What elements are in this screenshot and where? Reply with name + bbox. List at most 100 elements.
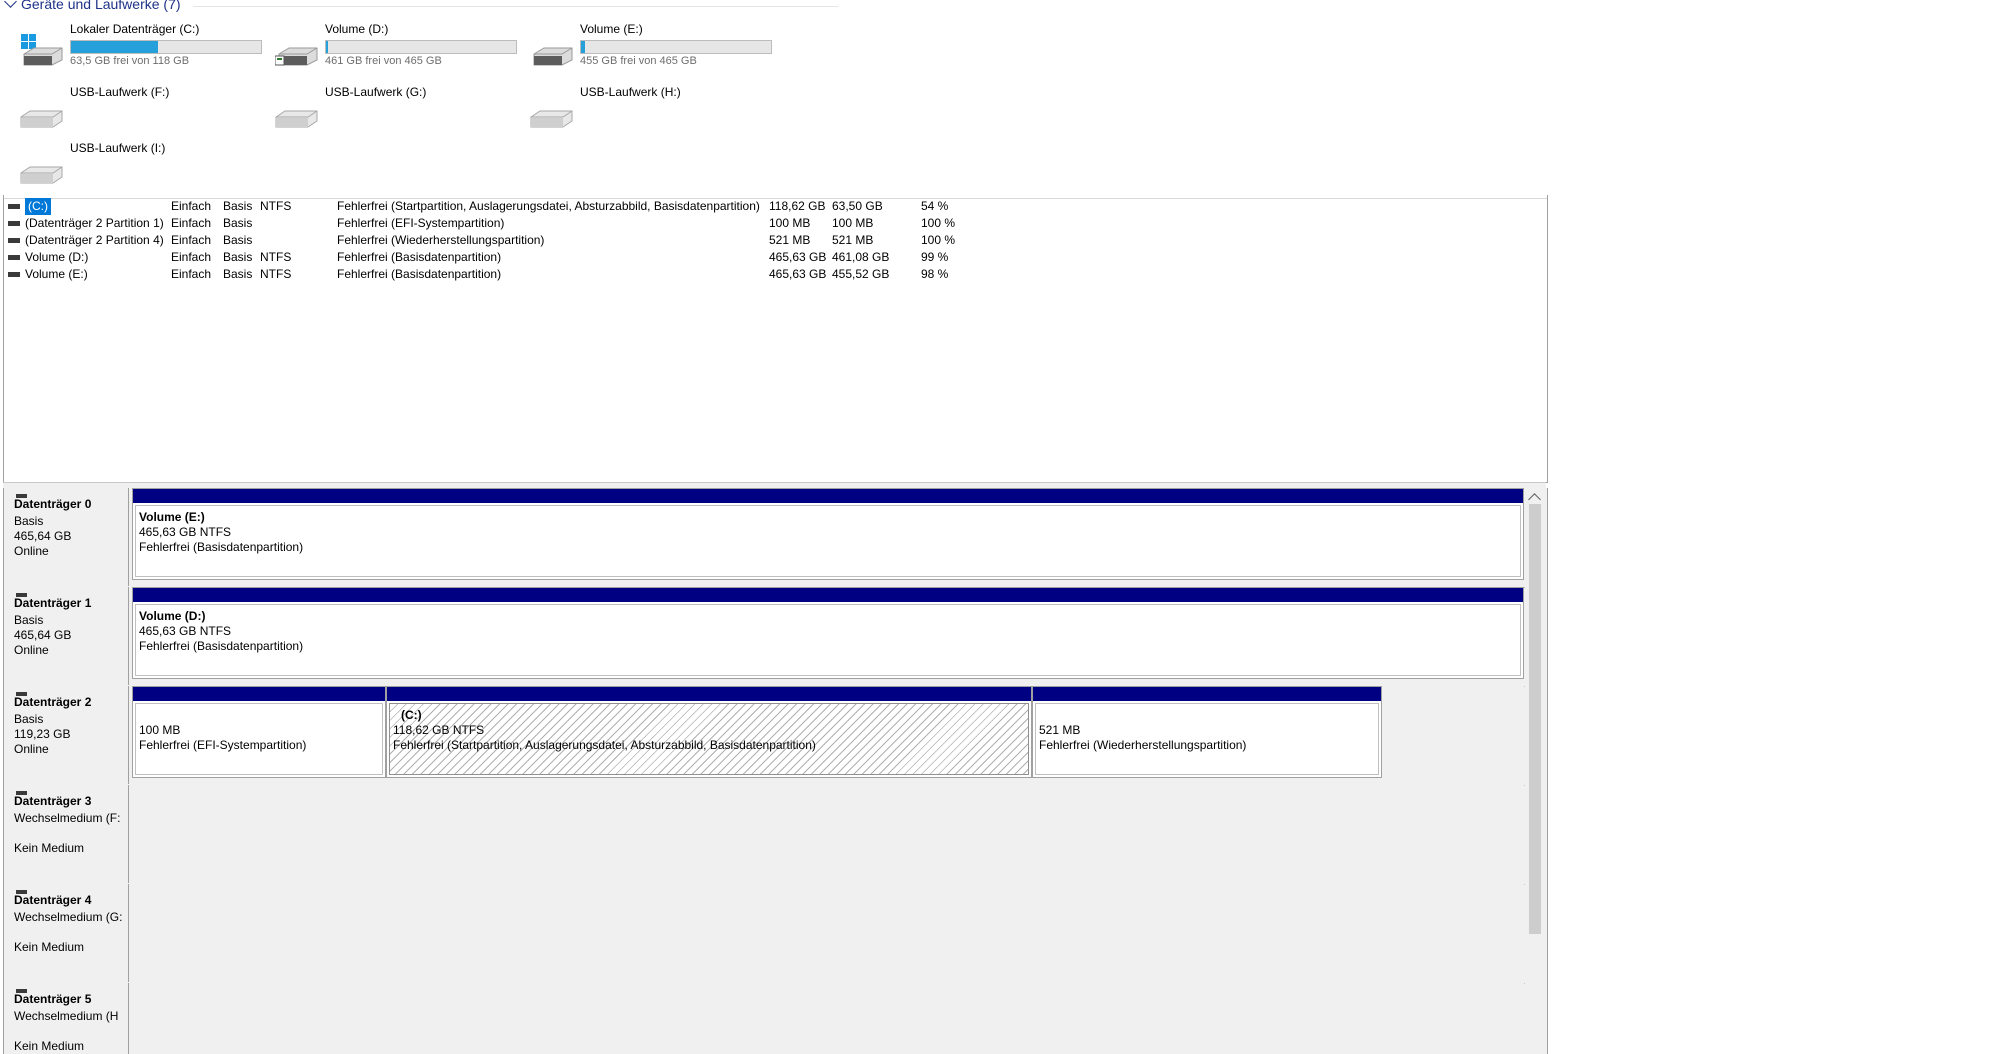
volume-layout: Einfach: [171, 199, 212, 213]
disk-title: Datenträger 1: [14, 596, 92, 610]
volume-capacity: 521 MB: [769, 233, 811, 247]
volume-row[interactable]: (C:) Einfach Basis NTFS Fehlerfrei (Star…: [4, 198, 1004, 215]
partition-efi[interactable]: 100 MB Fehlerfrei (EFI-Systempartition): [132, 686, 386, 778]
partition-status: Fehlerfrei (Startpartition, Auslagerungs…: [393, 738, 816, 752]
disk-label[interactable]: Datenträger 2 Basis 119,23 GB Online: [4, 686, 129, 784]
partition-title: (C:): [401, 708, 422, 722]
volume-name: (Datenträger 2 Partition 1): [25, 216, 164, 230]
drive-usage-bar: [325, 40, 517, 54]
volume-capacity: 100 MB: [769, 216, 811, 230]
disk-row-1[interactable]: Datenträger 1 Basis 465,64 GB Online Vol…: [4, 587, 1526, 687]
volume-layout: Einfach: [171, 233, 212, 247]
disk-state: Kein Medium: [14, 1039, 85, 1053]
volume-fs: NTFS: [260, 267, 292, 281]
drive-tile-f[interactable]: USB-Laufwerk (F:): [20, 85, 270, 133]
volume-status: Fehlerfrei (EFI-Systempartition): [337, 216, 505, 230]
disk-label[interactable]: Datenträger 1 Basis 465,64 GB Online: [4, 587, 129, 685]
drive-tile-i[interactable]: USB-Laufwerk (I:): [20, 141, 270, 189]
volume-free-pct: 99 %: [921, 250, 949, 264]
volume-capacity: 465,63 GB: [769, 267, 827, 281]
drive-tile-h[interactable]: USB-Laufwerk (H:): [530, 85, 780, 133]
volume-row[interactable]: (Datenträger 2 Partition 1) Einfach Basi…: [4, 215, 1004, 232]
group-header[interactable]: Geräte und Laufwerke (7): [4, 0, 181, 12]
partition-volume-d[interactable]: Volume (D:) 465,63 GB NTFS Fehlerfrei (B…: [132, 587, 1524, 679]
disk-label[interactable]: Datenträger 3 Wechselmedium (F: Kein Med…: [4, 785, 129, 883]
volume-icon: [8, 255, 20, 260]
partition-size: 465,63 GB NTFS: [139, 525, 232, 539]
volume-row[interactable]: Volume (D:) Einfach Basis NTFS Fehlerfre…: [4, 249, 1004, 266]
drive-free-text: 461 GB frei von 465 GB: [325, 55, 442, 67]
drive-name: USB-Laufwerk (G:): [325, 85, 427, 99]
drive-usage-fill: [326, 41, 328, 53]
volume-capacity: 465,63 GB: [769, 250, 827, 264]
drive-tile-g[interactable]: USB-Laufwerk (G:): [275, 85, 525, 133]
partition-status: Fehlerfrei (Wiederherstellungspartition): [1039, 738, 1247, 752]
volume-icon: [8, 272, 20, 277]
volume-icon: [8, 238, 20, 243]
partition-size: 100 MB: [139, 723, 181, 737]
partition-size: 118,62 GB NTFS: [393, 723, 485, 737]
partition-status: Fehlerfrei (Basisdatenpartition): [139, 639, 304, 653]
group-divider: [193, 6, 838, 7]
disk-row-3[interactable]: Datenträger 3 Wechselmedium (F: Kein Med…: [4, 785, 1526, 885]
disk-row-2[interactable]: Datenträger 2 Basis 119,23 GB Online 100…: [4, 686, 1526, 786]
drive-free-text: 455 GB frei von 465 GB: [580, 55, 697, 67]
volume-row[interactable]: Volume (E:) Einfach Basis NTFS Fehlerfre…: [4, 266, 1004, 283]
partition-body: [135, 604, 1521, 676]
partition-status: Fehlerfrei (Basisdatenpartition): [139, 540, 304, 554]
usb-drive-icon: [20, 110, 63, 128]
disk-title: Datenträger 4: [14, 893, 92, 907]
windows-drive-icon: [21, 34, 63, 66]
disk-state: Online: [14, 742, 49, 756]
disk-row-4[interactable]: Datenträger 4 Wechselmedium (G: Kein Med…: [4, 884, 1526, 984]
disk-partition-area-empty: [129, 983, 1524, 1054]
volume-list[interactable]: (C:) Einfach Basis NTFS Fehlerfrei (Star…: [3, 195, 1548, 483]
devices-and-drives-section: Geräte und Laufwerke (7) Lokaler Datentr…: [0, 0, 1995, 195]
partition-recovery[interactable]: 521 MB Fehlerfrei (Wiederherstellungspar…: [1032, 686, 1382, 778]
disk-label[interactable]: Datenträger 0 Basis 465,64 GB Online: [4, 488, 129, 586]
drive-name: Volume (E:): [580, 22, 643, 36]
drive-tile-e[interactable]: Volume (E:) 455 GB frei von 465 GB: [530, 22, 780, 70]
volume-name: Volume (E:): [25, 267, 88, 281]
scrollbar-thumb[interactable]: [1529, 504, 1541, 934]
disk-row-5[interactable]: Datenträger 5 Wechselmedium (H Kein Medi…: [4, 983, 1526, 1054]
hdd-icon: [533, 47, 573, 66]
volume-type: Basis: [223, 199, 253, 213]
drive-tile-d[interactable]: Volume (D:) 461 GB frei von 465 GB: [275, 22, 525, 70]
usb-drive-icon: [530, 110, 573, 128]
disk-state: Online: [14, 643, 49, 657]
disk-row-0[interactable]: Datenträger 0 Basis 465,64 GB Online Vol…: [4, 488, 1526, 588]
disk-type: Wechselmedium (G:: [14, 910, 123, 924]
partition-header-bar: [133, 687, 385, 701]
volume-layout: Einfach: [171, 267, 212, 281]
disk-partition-area-empty: [129, 785, 1524, 883]
volume-type: Basis: [223, 216, 253, 230]
drive-usage-fill: [581, 41, 585, 53]
partition-c[interactable]: (C:) 118,62 GB NTFS Fehlerfrei (Startpar…: [386, 686, 1032, 778]
disk-type: Wechselmedium (F:: [14, 811, 121, 825]
disk-partition-area: 100 MB Fehlerfrei (EFI-Systempartition) …: [129, 686, 1524, 784]
chevron-down-icon: [4, 0, 17, 8]
drive-tile-c[interactable]: Lokaler Datenträger (C:) 63,5 GB frei vo…: [20, 22, 270, 70]
disk-label[interactable]: Datenträger 5 Wechselmedium (H Kein Medi…: [4, 983, 129, 1054]
disk-label[interactable]: Datenträger 4 Wechselmedium (G: Kein Med…: [4, 884, 129, 982]
volume-free: 521 MB: [832, 233, 874, 247]
volume-status: Fehlerfrei (Wiederherstellungspartition): [337, 233, 545, 247]
volume-name: Volume (D:): [25, 250, 89, 264]
disk-size: 119,23 GB: [14, 727, 71, 741]
disk-title: Datenträger 3: [14, 794, 92, 808]
drive-name: USB-Laufwerk (F:): [70, 85, 170, 99]
usb-drive-icon: [275, 110, 318, 128]
partition-size: 521 MB: [1039, 723, 1081, 737]
partition-volume-e[interactable]: Volume (E:) 465,63 GB NTFS Fehlerfrei (B…: [132, 488, 1524, 580]
volume-row[interactable]: (Datenträger 2 Partition 4) Einfach Basi…: [4, 232, 1004, 249]
partition-size: 465,63 GB NTFS: [139, 624, 232, 638]
volume-free-pct: 100 %: [921, 233, 956, 247]
disk-state: Kein Medium: [14, 940, 85, 954]
volume-status: Fehlerfrei (Basisdatenpartition): [337, 267, 502, 281]
vertical-scrollbar[interactable]: [1525, 488, 1545, 1054]
disk-graphical-view[interactable]: Datenträger 0 Basis 465,64 GB Online Vol…: [3, 488, 1548, 1054]
partition-body: [135, 505, 1521, 577]
volume-type: Basis: [223, 250, 253, 264]
volume-name: (Datenträger 2 Partition 4): [25, 233, 164, 247]
